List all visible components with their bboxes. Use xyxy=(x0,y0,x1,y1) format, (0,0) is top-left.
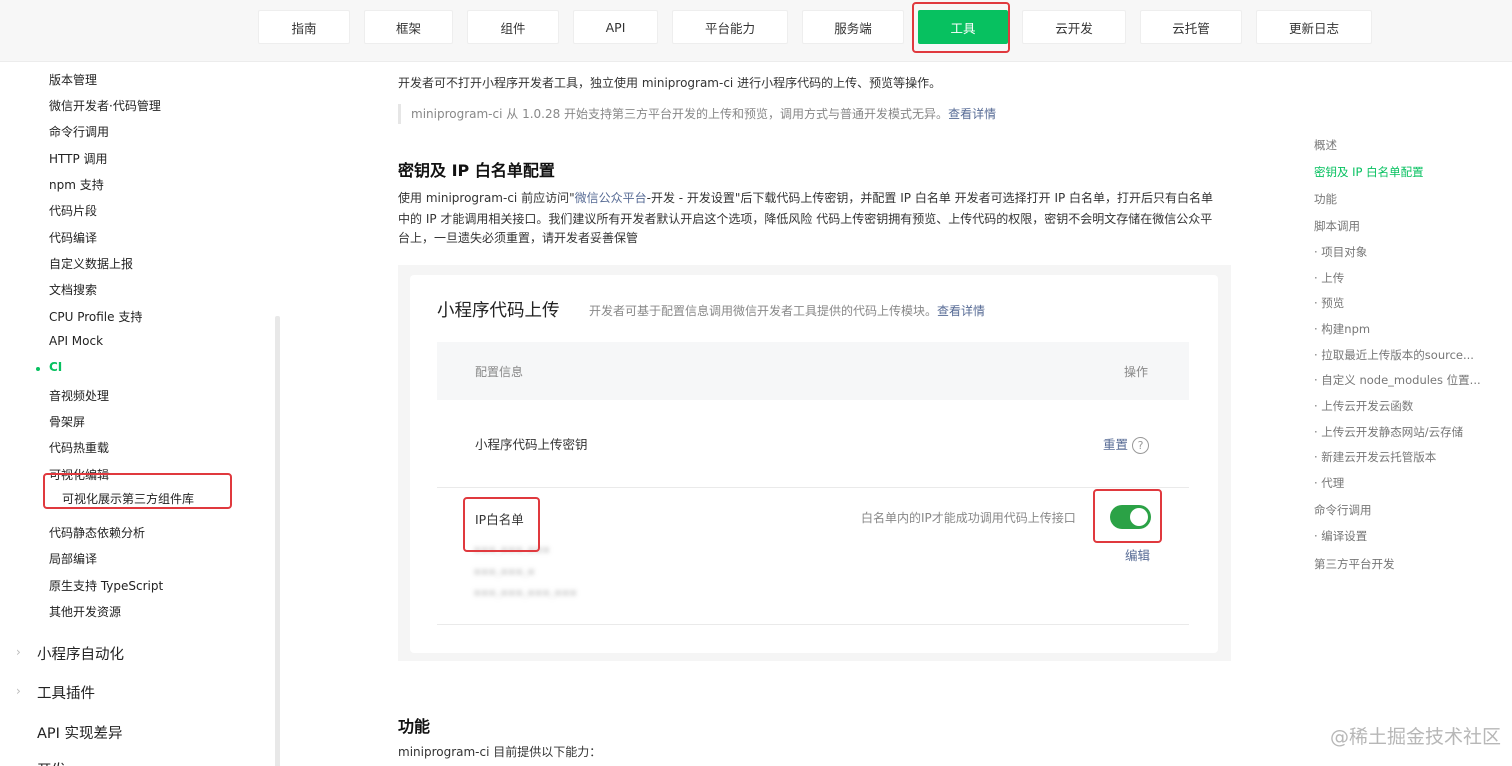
sidebar-item-static-deps[interactable]: 代码静态依赖分析 xyxy=(49,524,145,541)
ip-entry: •••.•••.•••.••• xyxy=(474,587,578,600)
sidebar-item-visual-edit[interactable]: 可视化编辑 xyxy=(49,466,109,483)
nav-tab-api[interactable]: API xyxy=(573,10,658,44)
top-nav: 指南 框架 组件 API 平台能力 服务端 工具 云开发 云托管 更新日志 xyxy=(0,0,1512,62)
nav-tab-cloud-dev[interactable]: 云开发 xyxy=(1022,10,1126,44)
para-text: 使用 miniprogram-ci 前应访问" xyxy=(398,191,575,205)
chevron-right-icon: › xyxy=(16,645,21,659)
whitelist-edit-link[interactable]: 编辑 xyxy=(1125,545,1150,564)
card-desc-text: 开发者可基于配置信息调用微信开发者工具提供的代码上传模块。 xyxy=(589,304,938,318)
sidebar-group-cutoff[interactable]: 开发 xyxy=(37,759,66,766)
col-action-header: 操作 xyxy=(1124,365,1149,379)
sidebar-item-compile[interactable]: 代码编译 xyxy=(49,229,97,246)
reset-action: 重置? xyxy=(1103,434,1150,454)
toc-item-features[interactable]: 功能 xyxy=(1314,191,1337,207)
config-table-header xyxy=(437,342,1189,400)
toc-item-upload[interactable]: · 上传 xyxy=(1314,270,1344,286)
toc-item-third-party[interactable]: 第三方平台开发 xyxy=(1314,556,1395,572)
toc-item-node-modules[interactable]: · 自定义 node_modules 位置... xyxy=(1314,372,1481,388)
toc-item-overview[interactable]: 概述 xyxy=(1314,137,1337,153)
toc-item-cloud-hosting[interactable]: · 新建云开发云托管版本 xyxy=(1314,449,1436,465)
nav-tab-platform[interactable]: 平台能力 xyxy=(672,10,788,44)
sidebar-item-npm[interactable]: npm 支持 xyxy=(49,176,104,193)
card-desc-link[interactable]: 查看详情 xyxy=(937,304,985,318)
sidebar-item-skeleton[interactable]: 骨架屏 xyxy=(49,413,85,430)
toc-item-script[interactable]: 脚本调用 xyxy=(1314,218,1360,234)
active-dot xyxy=(36,367,40,371)
card-title: 小程序代码上传 xyxy=(437,301,560,321)
sidebar-item-ci[interactable]: CI xyxy=(49,360,62,374)
chevron-right-icon: › xyxy=(16,684,21,698)
nav-tab-changelog[interactable]: 更新日志 xyxy=(1256,10,1372,44)
row-ip-whitelist-label: IP白名单 xyxy=(475,512,524,527)
ip-whitelist-toggle[interactable] xyxy=(1110,505,1151,529)
sidebar-item-api-mock[interactable]: API Mock xyxy=(49,334,103,348)
sidebar-subitem-third-party-lib[interactable]: 可视化展示第三方组件库 xyxy=(62,490,194,507)
sidebar-item-report[interactable]: 自定义数据上报 xyxy=(49,255,133,272)
whitelist-hint: 白名单内的IP才能成功调用代码上传接口 xyxy=(861,511,1076,525)
help-icon[interactable]: ? xyxy=(1132,437,1150,454)
sidebar-item-http[interactable]: HTTP 调用 xyxy=(49,150,108,167)
section2-text: miniprogram-ci 目前提供以下能力： xyxy=(398,745,602,759)
sidebar-item-cpu-profile[interactable]: CPU Profile 支持 xyxy=(49,308,142,325)
sidebar-item-version[interactable]: 版本管理 xyxy=(49,71,97,88)
nav-tab-components[interactable]: 组件 xyxy=(467,10,559,44)
toc-item-static-site[interactable]: · 上传云开发静态网站/云存储 xyxy=(1314,424,1463,440)
sidebar-item-other-resources[interactable]: 其他开发资源 xyxy=(49,603,121,620)
quote-bar xyxy=(398,104,403,124)
sidebar-item-doc-search[interactable]: 文档搜索 xyxy=(49,281,97,298)
row-divider xyxy=(437,624,1189,625)
sidebar-scrollbar[interactable] xyxy=(275,316,280,766)
toc-item-proxy[interactable]: · 代理 xyxy=(1314,475,1344,491)
intro-text: 开发者可不打开小程序开发者工具，独立使用 miniprogram-ci 进行小程… xyxy=(398,76,942,90)
para-text: -开发 - 开发设置"后下载代码上传密钥，并配置 IP 白名单 开发者可选择打开… xyxy=(646,191,1214,205)
sidebar-item-partial-compile[interactable]: 局部编译 xyxy=(49,550,97,567)
section-title-features: 功能 xyxy=(398,717,431,736)
quote-link[interactable]: 查看详情 xyxy=(948,107,996,121)
quote-text: miniprogram-ci 从 1.0.28 开始支持第三方平台开发的上传和预… xyxy=(411,107,949,121)
reset-link[interactable]: 重置 xyxy=(1103,437,1128,452)
row-upload-key-label: 小程序代码上传密钥 xyxy=(475,437,588,452)
ip-entry: •••.•••.••• xyxy=(474,544,551,557)
row-divider xyxy=(437,487,1189,488)
toc-item-project[interactable]: · 项目对象 xyxy=(1314,244,1367,260)
sidebar-item-typescript[interactable]: 原生支持 TypeScript xyxy=(49,577,163,594)
sidebar-group-automation[interactable]: 小程序自动化 xyxy=(37,643,124,664)
toc-item-compile-settings[interactable]: · 编译设置 xyxy=(1314,528,1367,544)
section-title-keys: 密钥及 IP 白名单配置 xyxy=(398,161,555,180)
sidebar-item-av[interactable]: 音视频处理 xyxy=(49,387,109,404)
sidebar-item-hot-reload[interactable]: 代码热重载 xyxy=(49,439,109,456)
quote-block: miniprogram-ci 从 1.0.28 开始支持第三方平台开发的上传和预… xyxy=(411,103,996,125)
watermark: @稀土掘金技术社区 xyxy=(1330,726,1502,748)
toc-item-source[interactable]: · 拉取最近上传版本的source... xyxy=(1314,347,1474,363)
sidebar-item-cli[interactable]: 命令行调用 xyxy=(49,123,109,140)
sidebar: 版本管理 微信开发者·代码管理 命令行调用 HTTP 调用 npm 支持 代码片… xyxy=(0,62,282,766)
card-desc: 开发者可基于配置信息调用微信开发者工具提供的代码上传模块。查看详情 xyxy=(589,302,985,319)
toc-item-build-npm[interactable]: · 构建npm xyxy=(1314,321,1370,337)
nav-tab-cloud-hosting[interactable]: 云托管 xyxy=(1140,10,1242,44)
toc-item-keys[interactable]: 密钥及 IP 白名单配置 xyxy=(1314,164,1424,180)
sidebar-item-git[interactable]: 微信开发者·代码管理 xyxy=(49,97,161,114)
sidebar-item-snippets[interactable]: 代码片段 xyxy=(49,202,97,219)
ip-entry: •••.•••.• xyxy=(474,566,536,579)
toc-item-preview[interactable]: · 预览 xyxy=(1314,295,1344,311)
toc-item-cloud-fn[interactable]: · 上传云开发云函数 xyxy=(1314,398,1413,414)
toc-item-cli[interactable]: 命令行调用 xyxy=(1314,502,1372,518)
col-config-header: 配置信息 xyxy=(475,365,524,379)
section-para-1: 使用 miniprogram-ci 前应访问"微信公众平台-开发 - 开发设置"… xyxy=(398,187,1213,209)
section-para-3: 台上，一旦遗失必须重置，请开发者妥善保管 xyxy=(398,231,639,245)
mp-platform-link[interactable]: 微信公众平台 xyxy=(575,191,647,205)
nav-tab-server[interactable]: 服务端 xyxy=(802,10,904,44)
toggle-knob xyxy=(1130,508,1148,526)
nav-tab-tools[interactable]: 工具 xyxy=(918,10,1008,44)
sidebar-group-plugins[interactable]: 工具插件 xyxy=(37,682,95,703)
sidebar-group-api-diff[interactable]: API 实现差异 xyxy=(37,722,123,743)
nav-tab-guide[interactable]: 指南 xyxy=(258,10,350,44)
nav-tab-framework[interactable]: 框架 xyxy=(364,10,453,44)
app-root: 指南 框架 组件 API 平台能力 服务端 工具 云开发 云托管 更新日志 版本… xyxy=(0,0,1512,766)
